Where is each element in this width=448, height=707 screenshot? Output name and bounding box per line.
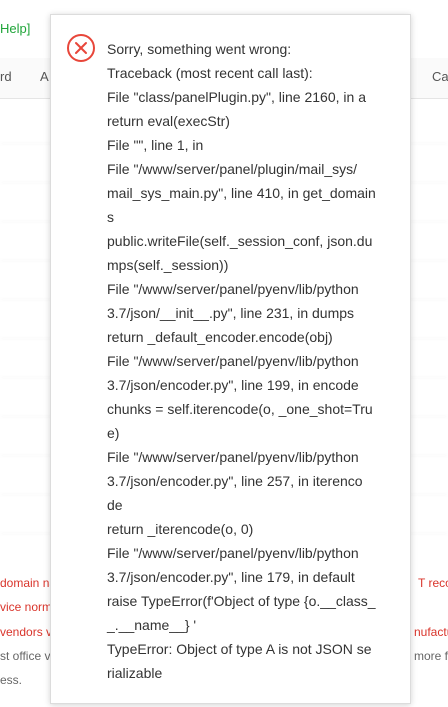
error-line: rializable xyxy=(107,665,163,681)
background-text: vendors v xyxy=(0,625,53,639)
tab-ca[interactable]: Ca xyxy=(432,69,448,84)
error-x-icon xyxy=(67,34,95,62)
error-line: File "/www/server/panel/pyenv/lib/python xyxy=(107,449,359,465)
error-line: raise TypeError(f'Object of type {o.__cl… xyxy=(107,593,376,609)
error-line: File "", line 1, in xyxy=(107,137,204,153)
error-line: 3.7/json/encoder.py", line 257, in itere… xyxy=(107,473,363,489)
tab-a[interactable]: A xyxy=(40,69,49,84)
help-link[interactable]: Help] xyxy=(0,21,30,36)
background-text: vice norm xyxy=(0,600,53,614)
error-line: File "class/panelPlugin.py", line 2160, … xyxy=(107,89,366,105)
error-line: File "/www/server/panel/plugin/mail_sys/ xyxy=(107,161,358,177)
background-text: st office v xyxy=(0,649,51,663)
error-line: File "/www/server/panel/pyenv/lib/python xyxy=(107,353,359,369)
error-line: 3.7/json/encoder.py", line 179, in defau… xyxy=(107,569,355,585)
error-line: public.writeFile(self._session_conf, jso… xyxy=(107,233,373,249)
error-line: mps(self._session)) xyxy=(107,257,229,273)
error-line: File "/www/server/panel/pyenv/lib/python xyxy=(107,281,359,297)
error-line: return _iterencode(o, 0) xyxy=(107,521,254,537)
background-text: T recor xyxy=(418,576,448,590)
error-line: mail_sys_main.py", line 410, in get_doma… xyxy=(107,185,376,201)
error-line: de xyxy=(107,497,123,513)
background-text: domain na xyxy=(0,576,57,590)
error-message: Sorry, something went wrong: Traceback (… xyxy=(107,37,397,685)
tab-record[interactable]: rd xyxy=(0,69,12,84)
error-line: _.__name__} ' xyxy=(107,617,197,633)
error-line: 3.7/json/encoder.py", line 199, in encod… xyxy=(107,377,359,393)
background-text: nufactu xyxy=(414,625,448,639)
background-text: ess. xyxy=(0,673,23,687)
error-line: chunks = self.iterencode(o, _one_shot=Tr… xyxy=(107,401,373,417)
background-text: more f xyxy=(414,649,448,663)
error-line: Traceback (most recent call last): xyxy=(107,65,313,81)
error-line: File "/www/server/panel/pyenv/lib/python xyxy=(107,545,359,561)
error-line: 3.7/json/__init__.py", line 231, in dump… xyxy=(107,305,355,321)
error-line: return _default_encoder.encode(obj) xyxy=(107,329,333,345)
error-line: Sorry, something went wrong: xyxy=(107,41,292,57)
error-dialog: Sorry, something went wrong: Traceback (… xyxy=(50,14,411,704)
error-line: return eval(execStr) xyxy=(107,113,230,129)
error-line: e) xyxy=(107,425,120,441)
error-line: TypeError: Object of type A is not JSON … xyxy=(107,641,372,657)
error-line: s xyxy=(107,209,114,225)
